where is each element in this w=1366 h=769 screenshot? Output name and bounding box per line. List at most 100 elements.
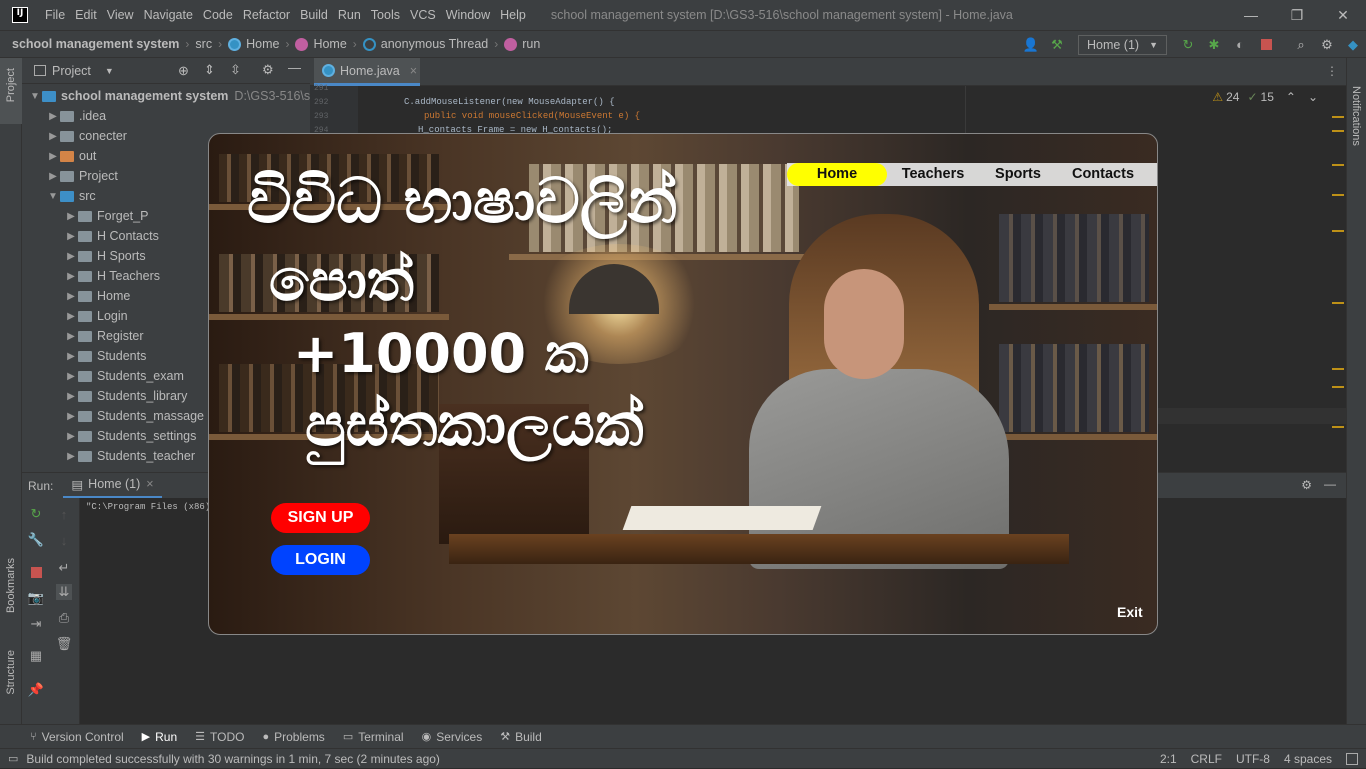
warning-stripe[interactable] bbox=[1332, 130, 1344, 132]
chevron-right-icon[interactable]: ▶ bbox=[64, 251, 78, 262]
console-output[interactable]: "C:\Program Files (x86)\ bbox=[86, 502, 216, 512]
tab-version-control[interactable]: ⑂ Version Control bbox=[30, 730, 124, 744]
chevron-down-icon[interactable]: ▼ bbox=[46, 191, 60, 202]
chevron-right-icon[interactable]: ▶ bbox=[64, 271, 78, 282]
tree-item[interactable]: ▶ Students_library bbox=[64, 386, 187, 406]
warning-stripe[interactable] bbox=[1332, 368, 1344, 370]
chevron-right-icon[interactable]: ▶ bbox=[64, 431, 78, 442]
nav-sports-button[interactable]: Sports bbox=[979, 163, 1057, 186]
breadcrumb-src[interactable]: src bbox=[191, 37, 216, 51]
run-tab-home[interactable]: ▤ Home (1) × bbox=[63, 473, 162, 499]
tree-item[interactable]: ▶ H Sports bbox=[64, 246, 146, 266]
chevron-right-icon[interactable]: ▶ bbox=[64, 311, 78, 322]
bookmarks-tool-label[interactable]: Bookmarks bbox=[5, 558, 17, 613]
menu-vcs[interactable]: VCS bbox=[405, 0, 441, 30]
tab-home-java[interactable]: Home.java × bbox=[314, 58, 420, 86]
rerun-icon[interactable]: ↻ bbox=[28, 506, 44, 522]
camera-icon[interactable]: 📷 bbox=[28, 590, 44, 606]
warning-stripe[interactable] bbox=[1332, 164, 1344, 166]
tree-item[interactable]: ▶ Students_massage bbox=[64, 406, 204, 426]
chevron-up-icon[interactable]: ⌃ bbox=[1286, 90, 1296, 104]
menu-run[interactable]: Run bbox=[333, 0, 366, 30]
tree-item[interactable]: ▶ conecter bbox=[46, 126, 127, 146]
hide-icon[interactable]: — bbox=[1324, 477, 1336, 491]
close-button[interactable]: ✕ bbox=[1320, 0, 1366, 30]
debug-icon[interactable]: ✱ bbox=[1206, 37, 1222, 53]
chevron-right-icon[interactable]: ▶ bbox=[64, 211, 78, 222]
notifications-tool-label[interactable]: Notifications bbox=[1350, 86, 1362, 146]
file-encoding[interactable]: UTF-8 bbox=[1236, 752, 1270, 766]
status-message[interactable]: Build completed successfully with 30 war… bbox=[26, 752, 440, 766]
menu-edit[interactable]: Edit bbox=[70, 0, 102, 30]
warning-stripe[interactable] bbox=[1332, 116, 1344, 118]
caret-position[interactable]: 2:1 bbox=[1160, 752, 1177, 766]
chevron-right-icon[interactable]: ▶ bbox=[64, 371, 78, 382]
chevron-down-icon[interactable]: ▼ bbox=[105, 66, 114, 76]
wrench-icon[interactable]: 🔧 bbox=[28, 532, 44, 548]
login-button[interactable]: LOGIN bbox=[271, 545, 370, 575]
gear-icon[interactable]: ⚙ bbox=[262, 62, 274, 78]
nav-home-button[interactable]: Home bbox=[787, 163, 887, 186]
chevron-right-icon[interactable]: ▶ bbox=[64, 231, 78, 242]
chevron-right-icon[interactable]: ▶ bbox=[64, 411, 78, 422]
tree-item[interactable]: ▶ Register bbox=[64, 326, 143, 346]
tree-item[interactable]: ▶ Home bbox=[64, 286, 130, 306]
tree-item[interactable]: ▶ .idea bbox=[46, 106, 106, 126]
run-config-select[interactable]: Home (1) ▼ bbox=[1077, 34, 1167, 55]
breadcrumb-home-class[interactable]: Home bbox=[291, 37, 350, 51]
menu-view[interactable]: View bbox=[102, 0, 139, 30]
menu-code[interactable]: Code bbox=[198, 0, 238, 30]
tree-item[interactable]: ▼ src bbox=[46, 186, 96, 206]
signup-button[interactable]: SIGN UP bbox=[271, 503, 370, 533]
minimize-button[interactable]: — bbox=[1228, 0, 1274, 30]
soft-wrap-icon[interactable]: ↵ bbox=[56, 560, 72, 576]
tab-todo[interactable]: ☰ TODO bbox=[195, 730, 244, 744]
breadcrumb-thread[interactable]: anonymous Thread bbox=[359, 37, 492, 51]
stop-icon[interactable] bbox=[28, 564, 44, 580]
tree-item[interactable]: ▶ out bbox=[46, 146, 96, 166]
warning-stripe[interactable] bbox=[1332, 302, 1344, 304]
chevron-right-icon[interactable]: ▶ bbox=[64, 291, 78, 302]
chevron-right-icon[interactable]: ▶ bbox=[64, 391, 78, 402]
jetbrains-toolbox-icon[interactable]: ◆ bbox=[1345, 37, 1361, 53]
line-separator[interactable]: CRLF bbox=[1191, 752, 1222, 766]
breadcrumb-home-file[interactable]: Home bbox=[224, 37, 283, 51]
chevron-right-icon[interactable]: ▶ bbox=[46, 171, 60, 182]
tree-item[interactable]: ▶ Students_teacher bbox=[64, 446, 195, 466]
tree-item[interactable]: ▶ H Teachers bbox=[64, 266, 160, 286]
menu-navigate[interactable]: Navigate bbox=[139, 0, 198, 30]
inspection-widget[interactable]: ⚠ 24 ✓ 15 ⌃ ⌄ bbox=[1212, 90, 1318, 104]
tab-terminal[interactable]: ▭ Terminal bbox=[343, 730, 404, 744]
tab-run[interactable]: ▶ Run bbox=[142, 730, 177, 744]
structure-tool-label[interactable]: Structure bbox=[5, 650, 17, 695]
nav-teachers-button[interactable]: Teachers bbox=[887, 163, 979, 186]
project-panel-title[interactable]: Project bbox=[52, 64, 91, 78]
user-icon[interactable]: 👤 bbox=[1023, 37, 1039, 53]
chevron-right-icon[interactable]: ▶ bbox=[46, 151, 60, 162]
collapse-all-icon[interactable]: ⇳ bbox=[230, 62, 241, 78]
project-tool-label[interactable]: Project bbox=[5, 68, 17, 102]
menu-window[interactable]: Window bbox=[441, 0, 495, 30]
menu-build[interactable]: Build bbox=[295, 0, 333, 30]
close-icon[interactable]: × bbox=[410, 64, 417, 78]
chevron-right-icon[interactable]: ▶ bbox=[46, 111, 60, 122]
menu-help[interactable]: Help bbox=[495, 0, 531, 30]
rerun-icon[interactable]: ↻ bbox=[1180, 37, 1196, 53]
chevron-right-icon[interactable]: ▶ bbox=[64, 331, 78, 342]
print-icon[interactable]: ⎙ bbox=[56, 610, 72, 626]
arrow-up-icon[interactable]: ↑ bbox=[56, 506, 72, 522]
warning-stripe[interactable] bbox=[1332, 426, 1344, 428]
tree-root[interactable]: ▼ school management system D:\GS3-516\scho bbox=[28, 86, 330, 106]
tab-problems[interactable]: ● Problems bbox=[262, 730, 324, 744]
layout-icon[interactable]: ▦ bbox=[28, 648, 44, 664]
locate-icon[interactable]: ⊕ bbox=[178, 63, 189, 79]
warning-stripe[interactable] bbox=[1332, 194, 1344, 196]
indent-setting[interactable]: 4 spaces bbox=[1284, 752, 1332, 766]
tree-item[interactable]: ▶ Login bbox=[64, 306, 127, 326]
close-icon[interactable]: × bbox=[146, 477, 153, 491]
chevron-down-icon[interactable]: ⌄ bbox=[1308, 90, 1318, 104]
breadcrumb-run[interactable]: run bbox=[500, 37, 544, 51]
tree-item[interactable]: ▶ H Contacts bbox=[64, 226, 159, 246]
coverage-icon[interactable]: ◐ bbox=[1232, 37, 1248, 53]
search-icon[interactable]: ⌕ bbox=[1293, 37, 1309, 53]
